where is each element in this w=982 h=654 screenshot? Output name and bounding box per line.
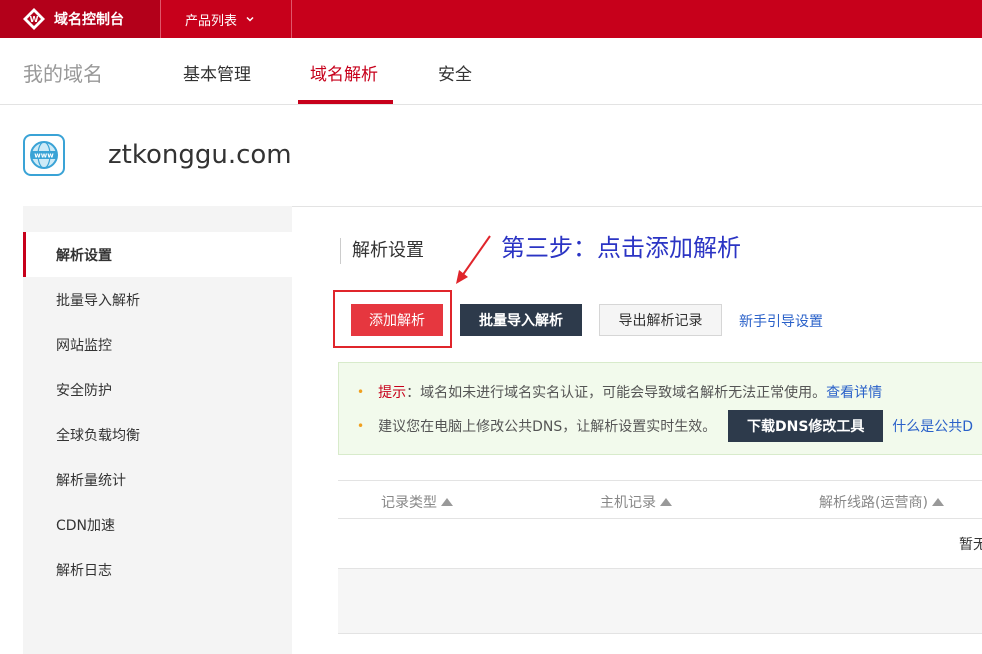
top-bar: W 域名控制台 产品列表 — [0, 0, 982, 38]
column-record-type[interactable]: 记录类型 — [381, 492, 453, 512]
sidebar-item-bulk-import[interactable]: 批量导入解析 — [23, 277, 292, 322]
sidebar: 解析设置 批量导入解析 网站监控 安全防护 全球负载均衡 解析量统计 CDN加速… — [23, 206, 292, 654]
my-domains-link[interactable]: 我的域名 — [23, 58, 103, 87]
sidebar-item-dns-log[interactable]: 解析日志 — [23, 547, 292, 592]
section-title: 解析设置 — [340, 238, 424, 264]
console-brand[interactable]: W 域名控制台 — [0, 0, 160, 38]
product-list-menu[interactable]: 产品列表 — [160, 0, 292, 38]
www-globe-icon: www — [23, 134, 65, 176]
notice-row-dns: • 建议您在电脑上修改公共DNS，让解析设置实时生效。 下载DNS修改工具 什么… — [357, 410, 973, 442]
table-footer-band — [338, 569, 982, 634]
sort-up-icon — [660, 498, 672, 506]
column-label: 主机记录 — [600, 495, 656, 511]
tip-label: 提示 — [378, 385, 407, 401]
sort-up-icon — [441, 498, 453, 506]
beginner-guide-link[interactable]: 新手引导设置 — [739, 311, 823, 331]
tab-dns-resolution[interactable]: 域名解析 — [310, 60, 378, 85]
sidebar-item-query-stats[interactable]: 解析量统计 — [23, 457, 292, 502]
brand-label: 域名控制台 — [54, 12, 124, 28]
sidebar-item-dns-settings[interactable]: 解析设置 — [23, 232, 292, 277]
bulk-import-button[interactable]: 批量导入解析 — [460, 304, 582, 336]
www-icon-text: www — [34, 152, 54, 160]
brand-logo-icon: W — [23, 8, 45, 30]
column-label: 记录类型 — [381, 495, 437, 511]
sidebar-item-global-load-balancing[interactable]: 全球负载均衡 — [23, 412, 292, 457]
sort-up-icon — [931, 498, 944, 506]
export-records-button[interactable]: 导出解析记录 — [599, 304, 722, 336]
tip-text: ：域名如未进行域名实名认证，可能会导致域名解析无法正常使用。 — [406, 385, 827, 401]
chevron-down-icon — [246, 16, 254, 22]
sidebar-item-site-monitor[interactable]: 网站监控 — [23, 322, 292, 367]
sidebar-item-security-protection[interactable]: 安全防护 — [23, 367, 292, 412]
main-top-divider — [292, 206, 982, 207]
svg-text:W: W — [30, 15, 39, 24]
download-dns-tool-button[interactable]: 下载DNS修改工具 — [728, 410, 884, 442]
step-annotation: 第三步：点击添加解析 — [501, 234, 741, 262]
active-tab-underline — [298, 100, 393, 104]
column-host-record[interactable]: 主机记录 — [600, 492, 672, 512]
public-dns-link[interactable]: 什么是公共D — [892, 416, 973, 436]
column-resolution-line[interactable]: 解析线路(运营商) — [819, 492, 944, 512]
tab-security[interactable]: 安全 — [438, 60, 472, 85]
red-arrow-icon — [456, 235, 491, 284]
column-label: 解析线路(运营商) — [819, 495, 928, 511]
empty-table-text: 暂无 — [959, 537, 982, 553]
bullet-dot: • — [357, 419, 365, 433]
view-details-link[interactable]: 查看详情 — [826, 382, 882, 402]
tab-basic-management[interactable]: 基本管理 — [183, 60, 251, 85]
add-record-button[interactable]: 添加解析 — [351, 304, 443, 336]
records-table-header: 记录类型 主机记录 解析线路(运营商) — [338, 480, 982, 519]
dns-advice-text: 建议您在电脑上修改公共DNS，让解析设置实时生效。 — [378, 419, 717, 435]
domain-nav: 我的域名 基本管理 域名解析 安全 — [0, 38, 982, 105]
notice-panel: • 提示 ：域名如未进行域名实名认证，可能会导致域名解析无法正常使用。 查看详情… — [338, 362, 982, 455]
domain-name: ztkonggu.com — [108, 140, 292, 170]
bullet-dot: • — [357, 385, 365, 399]
product-list-label: 产品列表 — [185, 13, 238, 29]
notice-row-realname: • 提示 ：域名如未进行域名实名认证，可能会导致域名解析无法正常使用。 查看详情 — [357, 382, 882, 402]
sidebar-item-cdn[interactable]: CDN加速 — [23, 502, 292, 547]
